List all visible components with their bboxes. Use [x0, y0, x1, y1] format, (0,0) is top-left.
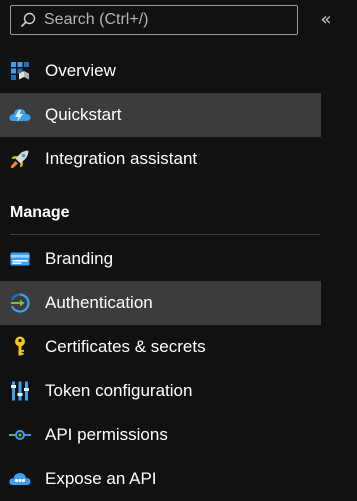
expose-api-cloud-icon: [9, 468, 31, 490]
token-bars-icon: [9, 380, 31, 402]
nav-label-expose-an-api: Expose an API: [45, 469, 157, 488]
nav-item-token-configuration[interactable]: Token configuration: [0, 369, 321, 413]
nav-item-overview[interactable]: Overview: [0, 49, 321, 93]
authentication-icon: [9, 292, 31, 314]
nav-item-authentication[interactable]: Authentication: [0, 281, 321, 325]
quickstart-cloud-icon: [9, 104, 31, 126]
api-permissions-icon: [9, 424, 31, 446]
nav-item-expose-an-api[interactable]: Expose an API: [0, 457, 321, 501]
nav-label-token-configuration: Token configuration: [45, 381, 193, 400]
search-box[interactable]: [10, 5, 298, 35]
manage-divider: [10, 234, 320, 235]
nav-label-branding: Branding: [45, 249, 114, 268]
nav-item-quickstart[interactable]: Quickstart: [0, 93, 321, 137]
search-icon: [20, 12, 36, 28]
nav-item-certificates-secrets[interactable]: Certificates & secrets: [0, 325, 321, 369]
nav-label-authentication: Authentication: [45, 293, 153, 312]
nav-label-quickstart: Quickstart: [45, 105, 122, 124]
nav-label-certificates-secrets: Certificates & secrets: [45, 337, 206, 356]
nav-label-integration-assistant: Integration assistant: [45, 149, 198, 168]
search-row: «: [0, 0, 357, 44]
nav-label-overview: Overview: [45, 61, 116, 80]
branding-card-icon: [9, 248, 31, 270]
key-icon: [9, 336, 31, 358]
search-input[interactable]: [44, 11, 284, 29]
nav-item-api-permissions[interactable]: API permissions: [0, 413, 321, 457]
nav-item-integration-assistant[interactable]: Integration assistant: [0, 137, 321, 181]
manage-section-header: Manage: [10, 204, 70, 221]
overview-grid-icon: [9, 60, 31, 82]
rocket-icon: [9, 148, 31, 170]
collapse-chevrons-icon[interactable]: «: [316, 8, 336, 32]
nav-label-api-permissions: API permissions: [45, 425, 168, 444]
nav-item-branding[interactable]: Branding: [0, 237, 321, 281]
